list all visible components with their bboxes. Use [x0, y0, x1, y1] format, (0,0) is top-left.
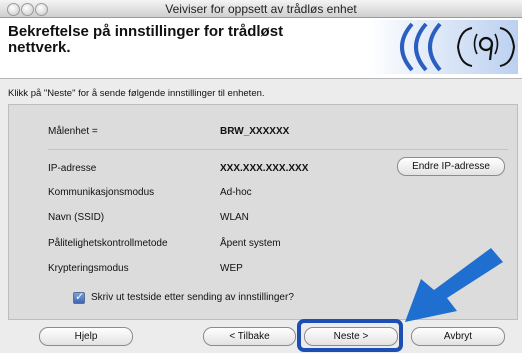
- back-button[interactable]: < Tilbake: [203, 327, 296, 346]
- authentication-method-label: Pålitelighetskontrollmetode: [48, 238, 168, 249]
- title-bar: Veiviser for oppsett av trådløs enhet: [0, 0, 522, 18]
- window-title: Veiviser for oppsett av trådløs enhet: [165, 2, 357, 16]
- instruction-text: Klikk på "Neste" for å sende følgende in…: [8, 88, 265, 99]
- next-button-highlight: [297, 319, 403, 352]
- ssid-value: WLAN: [220, 212, 249, 223]
- print-test-page-checkbox[interactable]: ✓: [73, 291, 85, 304]
- wizard-window: Veiviser for oppsett av trådløs enhet Be…: [0, 0, 522, 353]
- authentication-method-value: Åpent system: [220, 238, 281, 249]
- wizard-header: Bekreftelse på innstillinger for trådløs…: [0, 18, 522, 79]
- ip-address-value: XXX.XXX.XXX.XXX: [220, 163, 309, 174]
- change-ip-button[interactable]: Endre IP-adresse: [397, 157, 505, 176]
- ssid-label: Navn (SSID): [48, 212, 105, 223]
- communication-mode-label: Kommunikasjonsmodus: [48, 187, 155, 198]
- blue-arrow-icon: [405, 248, 503, 322]
- page-title: Bekreftelse på innstillinger for trådløs…: [8, 23, 284, 56]
- encryption-mode-label: Krypteringsmodus: [48, 263, 129, 274]
- wireless-signal-icon: [368, 20, 518, 74]
- checkmark-icon: ✓: [75, 291, 85, 303]
- cancel-button[interactable]: Avbryt: [411, 327, 505, 346]
- encryption-mode-value: WEP: [220, 263, 243, 274]
- print-test-page-label: Skriv ut testside etter sending av innst…: [91, 292, 294, 303]
- target-device-label: Målenhet =: [48, 126, 98, 137]
- communication-mode-value: Ad-hoc: [220, 187, 252, 198]
- separator: [48, 149, 508, 150]
- target-device-value: BRW_XXXXXX: [220, 126, 290, 137]
- help-button[interactable]: Hjelp: [39, 327, 133, 346]
- ip-address-label: IP-adresse: [48, 163, 97, 174]
